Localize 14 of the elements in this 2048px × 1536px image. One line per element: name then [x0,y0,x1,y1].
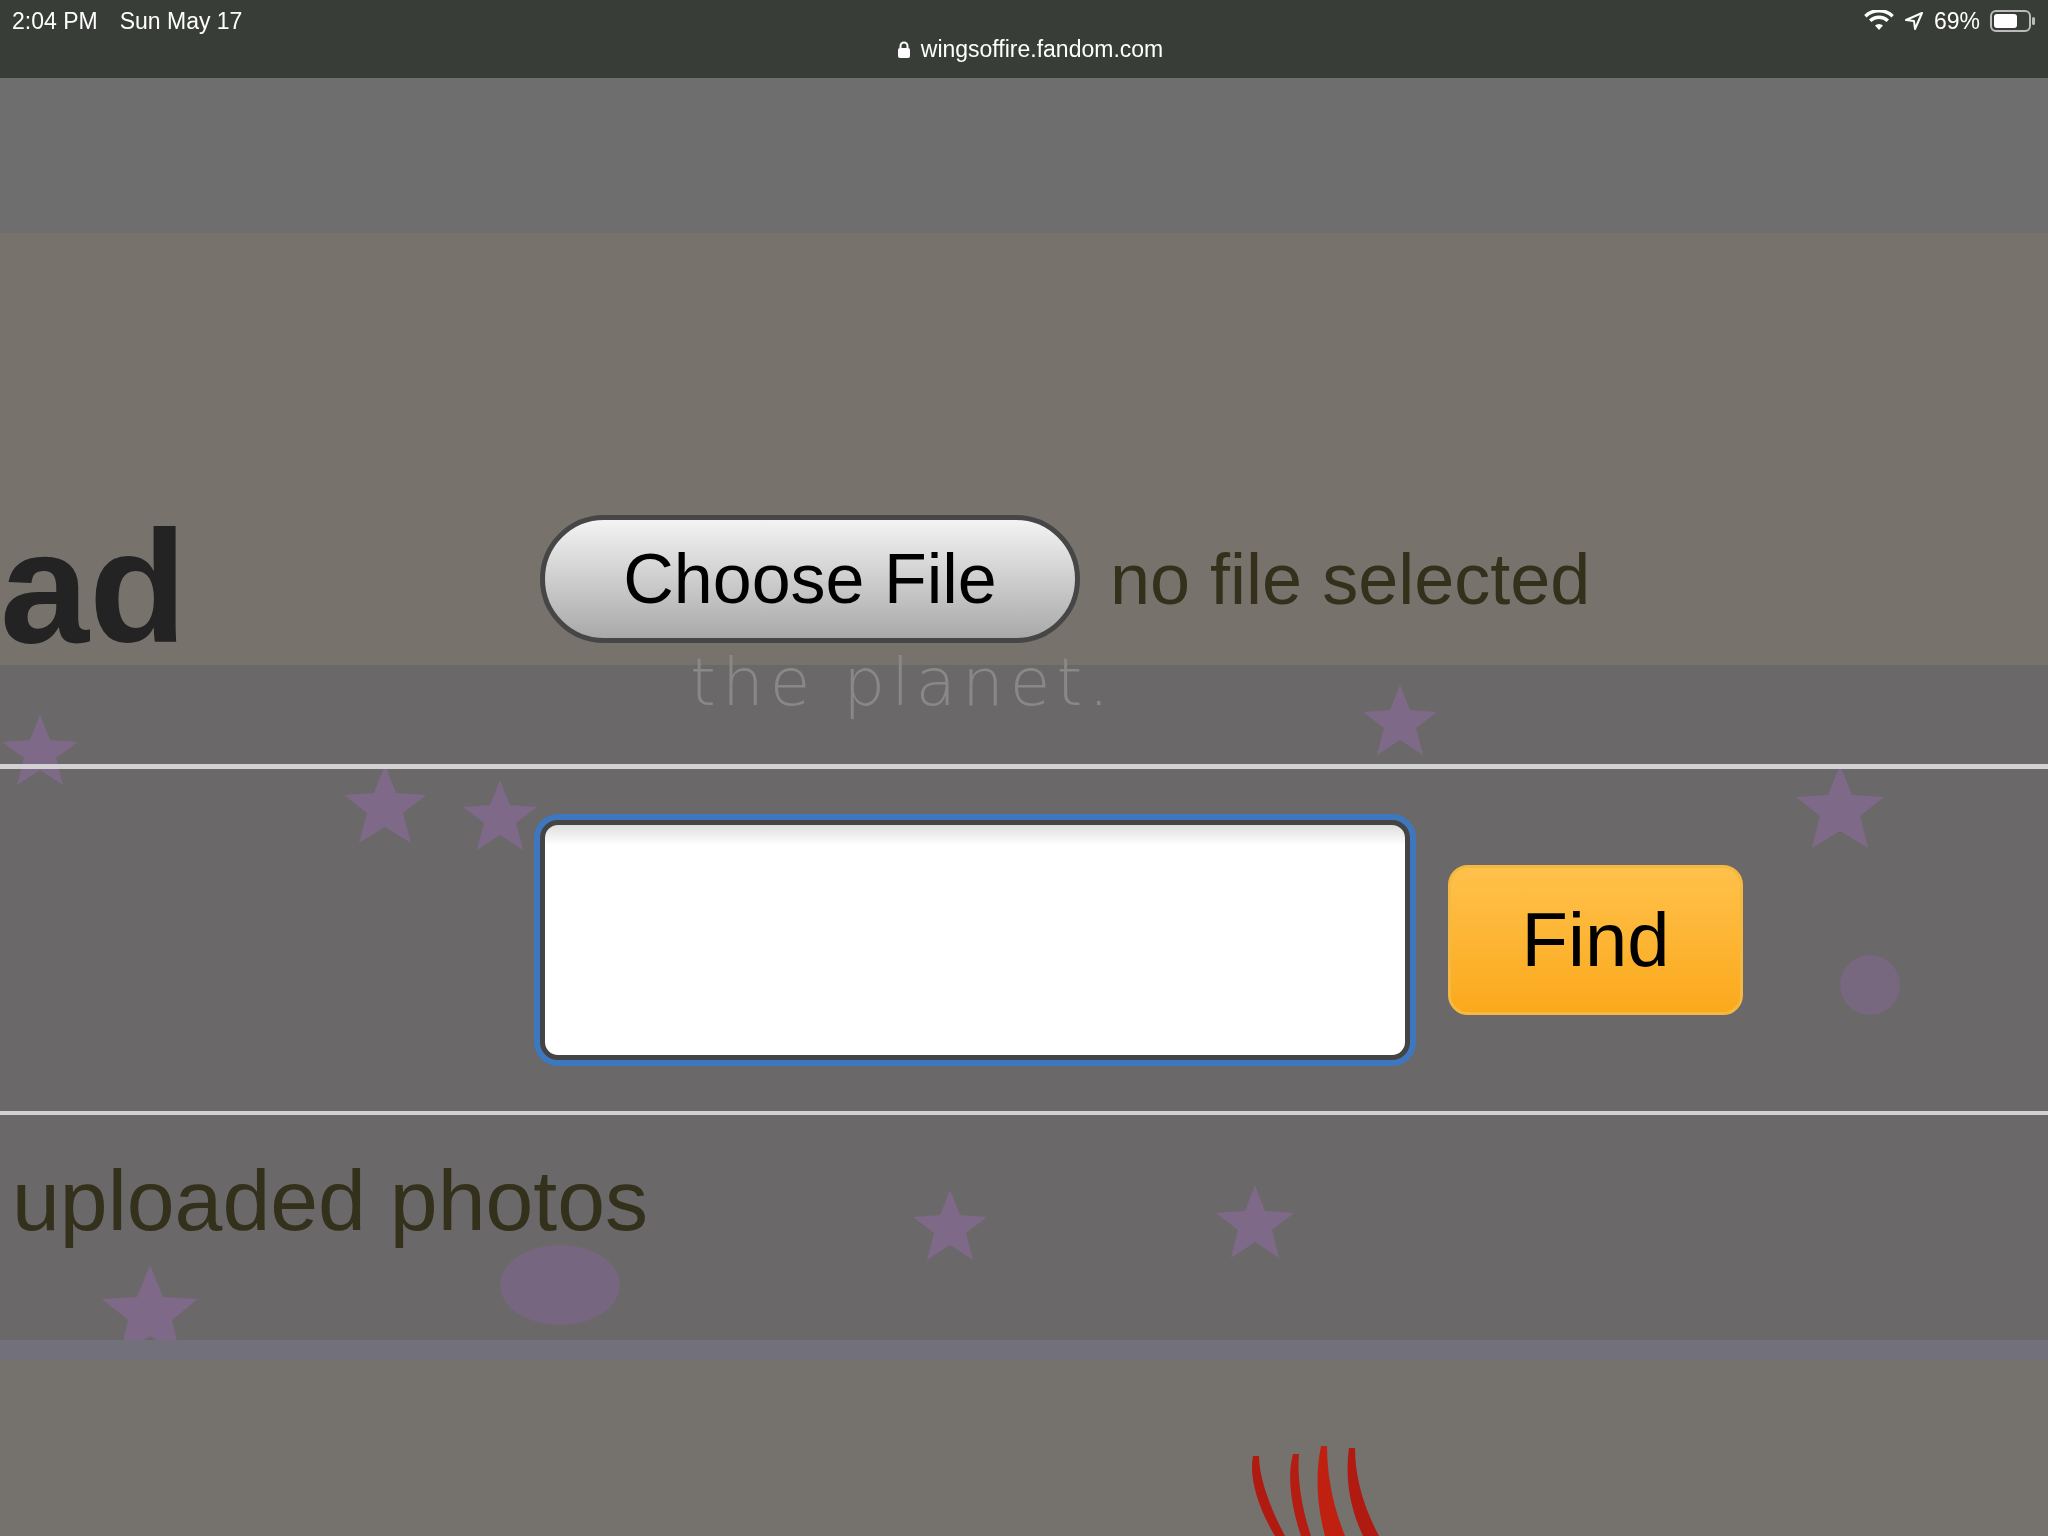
location-arrow-icon [1903,11,1924,31]
battery-icon [1990,10,2036,32]
clock-time: 2:04 PM [12,7,98,35]
section-title: uploaded photos [12,1151,648,1251]
address-bar[interactable]: wingsoffire.fandom.com [884,36,1164,63]
find-button[interactable]: Find [1448,864,1743,1015]
page-heading: ad [0,507,188,667]
battery-percentage: 69% [1933,7,1980,35]
wifi-icon [1863,10,1894,32]
search-field[interactable] [540,819,1410,1060]
file-status-text: no file selected [1110,538,1591,620]
lock-icon [896,40,911,59]
date-text: Sun May 17 [119,7,243,35]
choose-file-button[interactable]: Choose File [540,515,1080,643]
